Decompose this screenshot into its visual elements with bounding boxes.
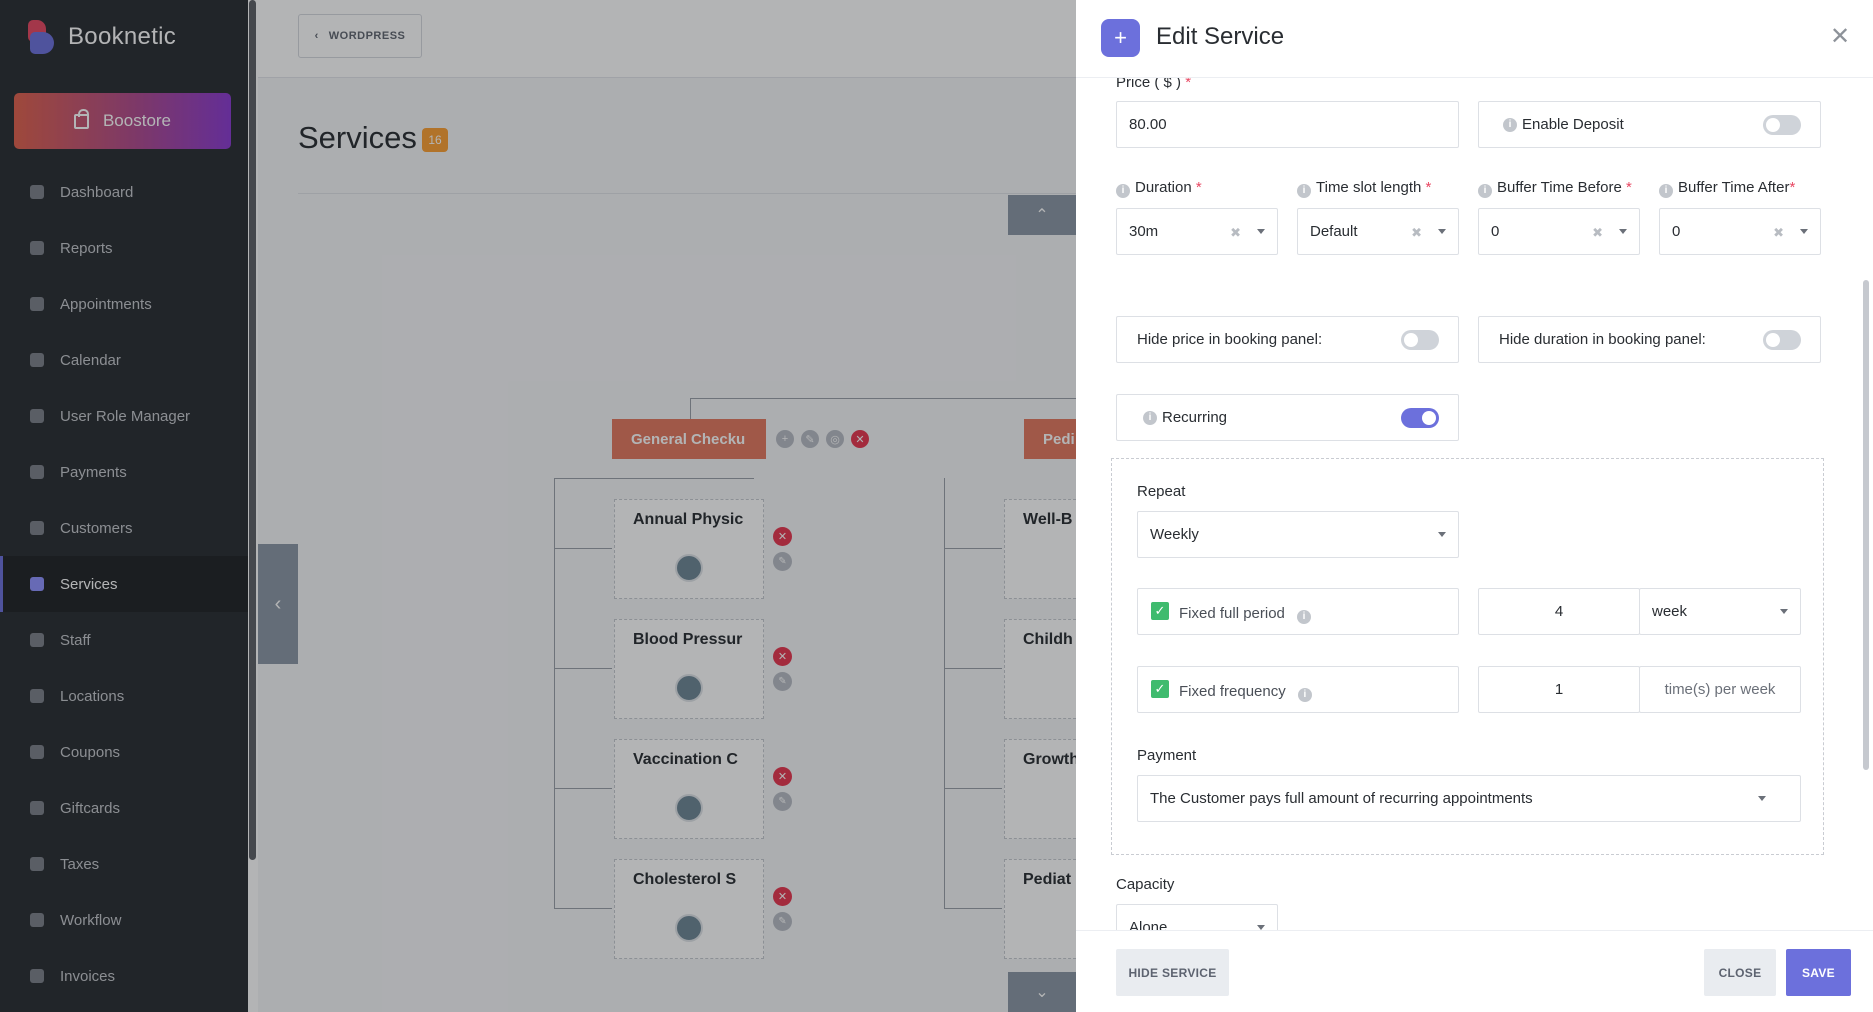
fixed-frequency-label: Fixed frequency i xyxy=(1179,683,1317,702)
info-icon: i xyxy=(1297,184,1311,198)
enable-deposit-box: i Enable Deposit xyxy=(1478,101,1821,148)
price-input[interactable]: 80.00 xyxy=(1116,101,1459,148)
payment-value: The Customer pays full amount of recurri… xyxy=(1150,790,1533,807)
buffer-after-select[interactable]: 0 ✖ xyxy=(1659,208,1821,255)
enable-deposit-label: Enable Deposit xyxy=(1522,116,1624,133)
full-period-unit: week xyxy=(1652,603,1688,620)
chevron-down-icon xyxy=(1619,229,1627,234)
chevron-down-icon xyxy=(1438,532,1446,537)
buffer-before-label: i Buffer Time Before * xyxy=(1478,179,1632,198)
timeslot-value: Default xyxy=(1310,223,1358,240)
hide-service-button[interactable]: HIDE SERVICE xyxy=(1116,949,1229,996)
enable-deposit-toggle[interactable] xyxy=(1763,115,1801,135)
recurring-box: i Recurring xyxy=(1116,394,1459,441)
chevron-down-icon xyxy=(1780,609,1788,614)
duration-value: 30m xyxy=(1129,223,1159,240)
full-period-unit-select[interactable]: week xyxy=(1639,588,1801,635)
buffer-after-label-text: Buffer Time After xyxy=(1678,179,1790,196)
save-button[interactable]: SAVE xyxy=(1786,949,1851,996)
frequency-unit: time(s) per week xyxy=(1639,666,1801,713)
fixed-full-period-label: Fixed full period i xyxy=(1179,605,1316,624)
modal-overlay[interactable] xyxy=(0,0,1076,1012)
duration-label: i Duration * xyxy=(1116,179,1202,198)
repeat-select[interactable]: Weekly xyxy=(1137,511,1459,558)
buffer-before-select[interactable]: 0 ✖ xyxy=(1478,208,1640,255)
frequency-input[interactable]: 1 xyxy=(1478,666,1640,713)
close-button[interactable]: CLOSE xyxy=(1704,949,1776,996)
buffer-before-label-text: Buffer Time Before xyxy=(1497,179,1622,196)
info-icon: i xyxy=(1116,184,1130,198)
repeat-value: Weekly xyxy=(1150,526,1199,543)
fixed-full-period-text: Fixed full period xyxy=(1179,605,1285,622)
panel-footer: HIDE SERVICE CLOSE SAVE xyxy=(1076,930,1873,1012)
hide-duration-toggle[interactable] xyxy=(1763,330,1801,350)
fixed-frequency-checkbox[interactable]: ✓ xyxy=(1151,680,1169,698)
chevron-down-icon xyxy=(1758,796,1766,801)
buffer-before-value: 0 xyxy=(1491,223,1500,240)
capacity-label: Capacity xyxy=(1116,876,1175,893)
timeslot-label: i Time slot length * xyxy=(1297,179,1431,198)
panel-scrollbar[interactable] xyxy=(1863,280,1869,770)
hide-duration-label: Hide duration in booking panel: xyxy=(1499,331,1706,348)
price-label-text: Price ( $ ) xyxy=(1116,78,1182,91)
clear-icon[interactable]: ✖ xyxy=(1411,225,1422,241)
info-icon: i xyxy=(1503,117,1517,132)
panel-title: Edit Service xyxy=(1156,23,1285,50)
duration-select[interactable]: 30m ✖ xyxy=(1116,208,1278,255)
panel-body: Price ( $ ) * 80.00 i Enable Deposit i Du… xyxy=(1076,78,1873,930)
info-icon: i xyxy=(1478,184,1492,198)
hide-price-toggle[interactable] xyxy=(1401,330,1439,350)
payment-select[interactable]: The Customer pays full amount of recurri… xyxy=(1137,775,1801,822)
fixed-frequency-text: Fixed frequency xyxy=(1179,683,1286,700)
hide-duration-box: Hide duration in booking panel: xyxy=(1478,316,1821,363)
price-label: Price ( $ ) * xyxy=(1116,78,1191,91)
duration-label-text: Duration xyxy=(1135,179,1192,196)
info-icon: i xyxy=(1297,688,1312,702)
clear-icon[interactable]: ✖ xyxy=(1592,225,1603,241)
recurring-label: Recurring xyxy=(1162,409,1228,426)
recurring-settings: Repeat Weekly ✓ Fixed full period i 4 we… xyxy=(1111,458,1824,855)
fixed-full-period-checkbox[interactable]: ✓ xyxy=(1151,602,1169,620)
recurring-toggle[interactable] xyxy=(1401,408,1439,428)
info-icon: i xyxy=(1659,184,1673,198)
payment-label: Payment xyxy=(1137,747,1197,764)
timeslot-label-text: Time slot length xyxy=(1316,179,1422,196)
plus-icon: + xyxy=(1101,19,1140,57)
capacity-value: Alone xyxy=(1129,919,1168,930)
buffer-after-label: i Buffer Time After* xyxy=(1659,179,1795,198)
hide-price-box: Hide price in booking panel: xyxy=(1116,316,1459,363)
capacity-select[interactable]: Alone xyxy=(1116,904,1278,930)
timeslot-select[interactable]: Default ✖ xyxy=(1297,208,1459,255)
fixed-full-period-box: ✓ Fixed full period i xyxy=(1137,588,1459,635)
panel-header: + Edit Service ✕ xyxy=(1076,0,1873,78)
chevron-down-icon xyxy=(1257,229,1265,234)
edit-service-panel: + Edit Service ✕ Price ( $ ) * 80.00 i E… xyxy=(1076,0,1873,1012)
clear-icon[interactable]: ✖ xyxy=(1230,225,1241,241)
close-icon[interactable]: ✕ xyxy=(1830,22,1850,51)
info-icon: i xyxy=(1143,410,1157,425)
buffer-after-value: 0 xyxy=(1672,223,1681,240)
chevron-down-icon xyxy=(1438,229,1446,234)
clear-icon[interactable]: ✖ xyxy=(1773,225,1784,241)
info-icon: i xyxy=(1297,610,1312,624)
fixed-frequency-box: ✓ Fixed frequency i xyxy=(1137,666,1459,713)
hide-price-label: Hide price in booking panel: xyxy=(1137,331,1323,348)
repeat-label: Repeat xyxy=(1137,483,1186,500)
chevron-down-icon xyxy=(1800,229,1808,234)
full-period-input[interactable]: 4 xyxy=(1478,588,1640,635)
